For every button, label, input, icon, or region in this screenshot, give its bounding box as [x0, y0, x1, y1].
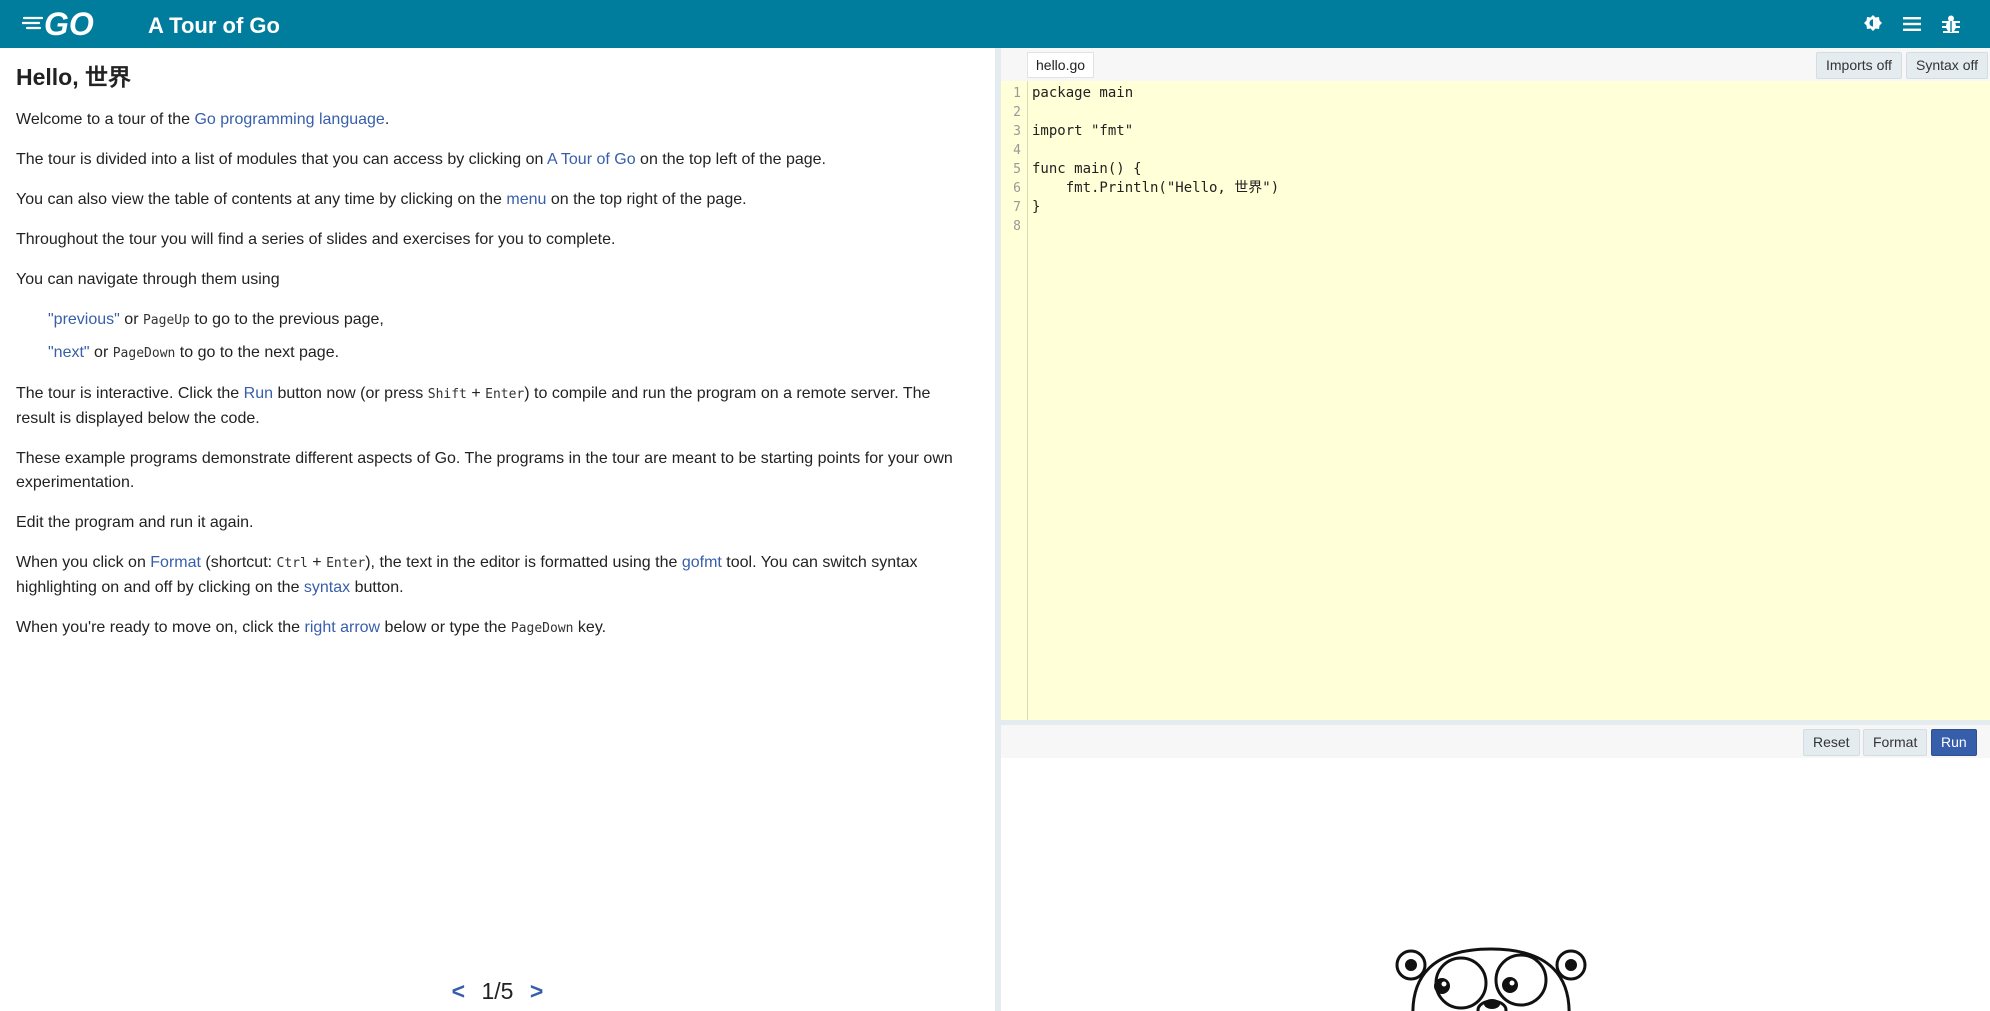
- syntax-link[interactable]: syntax: [304, 579, 350, 596]
- lesson-heading: Hello, 世界: [16, 64, 132, 90]
- code-line[interactable]: package main: [1032, 84, 1133, 103]
- text: ), the text in the editor is formatted u…: [365, 554, 682, 571]
- text: to go to the previous page,: [189, 311, 384, 328]
- line-number: 3: [1013, 124, 1021, 139]
- nav-next-line: "next" or PageDown to go to the next pag…: [16, 341, 966, 366]
- right-arrow-link[interactable]: right arrow: [305, 619, 381, 636]
- code-line[interactable]: func main() {: [1032, 160, 1142, 179]
- gopher-mascot-icon: [1395, 947, 1587, 1011]
- shift-key: Shift: [427, 387, 467, 402]
- text: to go to the next page.: [175, 344, 340, 361]
- top-bar: GO A Tour of Go: [0, 0, 1990, 48]
- ctrl-key: Ctrl: [276, 556, 308, 571]
- lesson-paragraph-6: The tour is interactive. Click the Run b…: [16, 382, 966, 431]
- pageup-key: PageUp: [142, 313, 190, 328]
- file-tab-hello-go[interactable]: hello.go: [1027, 52, 1095, 78]
- bug-icon[interactable]: [1939, 12, 1963, 36]
- next-link[interactable]: "next": [48, 344, 90, 361]
- page-counter: 1/5: [481, 978, 514, 1004]
- lesson-paragraph-1: Welcome to a tour of the Go programming …: [16, 108, 966, 132]
- text: +: [466, 385, 486, 402]
- text: on the top right of the page.: [546, 191, 747, 208]
- lesson-pane: Hello, 世界 Welcome to a tour of the Go pr…: [0, 48, 995, 1011]
- text: +: [307, 554, 327, 571]
- editor-tab-bar: hello.go Imports off Syntax off: [1001, 48, 1990, 81]
- go-logo-icon[interactable]: GO: [22, 8, 108, 40]
- code-line[interactable]: import "fmt": [1032, 122, 1133, 141]
- theme-toggle-icon[interactable]: [1861, 12, 1885, 36]
- line-number: 4: [1013, 143, 1021, 158]
- text: Welcome to a tour of the: [16, 111, 195, 128]
- line-number: 1: [1013, 86, 1021, 101]
- enter-key: Enter: [326, 556, 366, 571]
- text: The tour is divided into a list of modul…: [16, 151, 547, 168]
- lesson-paragraph-8: Edit the program and run it again.: [16, 514, 254, 531]
- go-language-link[interactable]: Go programming language: [194, 111, 384, 128]
- text: button.: [350, 579, 404, 596]
- line-number-gutter: 1 2 3 4 5 6 7 8: [1001, 81, 1028, 720]
- lesson-paragraph-5: You can navigate through them using: [16, 271, 280, 288]
- app-title-link[interactable]: A Tour of Go: [148, 12, 280, 39]
- lesson-content: Hello, 世界 Welcome to a tour of the Go pr…: [16, 62, 966, 657]
- lesson-paragraph-9: When you click on Format (shortcut: Ctrl…: [16, 551, 966, 600]
- enter-key: Enter: [485, 387, 525, 402]
- format-button[interactable]: Format: [1863, 729, 1928, 756]
- reset-button[interactable]: Reset: [1803, 729, 1860, 756]
- pagedown-key: PageDown: [510, 621, 574, 636]
- lesson-paragraph-4: Throughout the tour you will find a seri…: [16, 231, 616, 248]
- lesson-paragraph-10: When you're ready to move on, click the …: [16, 616, 966, 641]
- menu-link[interactable]: menu: [506, 191, 546, 208]
- run-button[interactable]: Run: [1931, 729, 1977, 756]
- output-panel: [1001, 758, 1990, 1011]
- logo-text: GO: [44, 8, 94, 40]
- gofmt-link[interactable]: gofmt: [682, 554, 722, 571]
- text: button now (or press: [273, 385, 428, 402]
- code-line[interactable]: fmt.Println("Hello, 世界"): [1032, 179, 1279, 198]
- tour-of-go-link[interactable]: A Tour of Go: [547, 151, 636, 168]
- pagedown-key: PageDown: [112, 346, 176, 361]
- previous-page-button[interactable]: <: [442, 978, 475, 1004]
- text: When you click on: [16, 554, 151, 571]
- previous-link[interactable]: "previous": [48, 311, 120, 328]
- line-number: 6: [1013, 181, 1021, 196]
- text: When you're ready to move on, click the: [16, 619, 305, 636]
- text: or: [89, 344, 113, 361]
- code-line[interactable]: }: [1032, 198, 1040, 217]
- line-number: 7: [1013, 200, 1021, 215]
- syntax-toggle-button[interactable]: Syntax off: [1906, 52, 1989, 79]
- lesson-paragraph-7: These example programs demonstrate diffe…: [16, 450, 953, 491]
- lesson-paragraph-3: You can also view the table of contents …: [16, 188, 966, 212]
- line-number: 8: [1013, 219, 1021, 234]
- text: on the top left of the page.: [635, 151, 826, 168]
- lesson-paragraph-2: The tour is divided into a list of modul…: [16, 148, 966, 172]
- menu-icon[interactable]: [1900, 12, 1924, 36]
- text: key.: [573, 619, 607, 636]
- run-toolbar: Reset Format Run: [1001, 725, 1990, 758]
- run-link[interactable]: Run: [244, 385, 273, 402]
- text: (shortcut:: [200, 554, 277, 571]
- text: You can also view the table of contents …: [16, 191, 507, 208]
- line-number: 2: [1013, 105, 1021, 120]
- page-navigator: < 1/5 >: [0, 978, 995, 1008]
- format-link[interactable]: Format: [150, 554, 201, 571]
- line-number: 5: [1013, 162, 1021, 177]
- text: below or type the: [380, 619, 511, 636]
- text: .: [384, 111, 390, 128]
- nav-previous-line: "previous" or PageUp to go to the previo…: [16, 308, 966, 333]
- text: The tour is interactive. Click the: [16, 385, 244, 402]
- next-page-button[interactable]: >: [520, 978, 553, 1004]
- text: or: [119, 311, 143, 328]
- code-editor[interactable]: 1 2 3 4 5 6 7 8 package main import "fmt…: [1001, 81, 1990, 720]
- imports-toggle-button[interactable]: Imports off: [1816, 52, 1902, 79]
